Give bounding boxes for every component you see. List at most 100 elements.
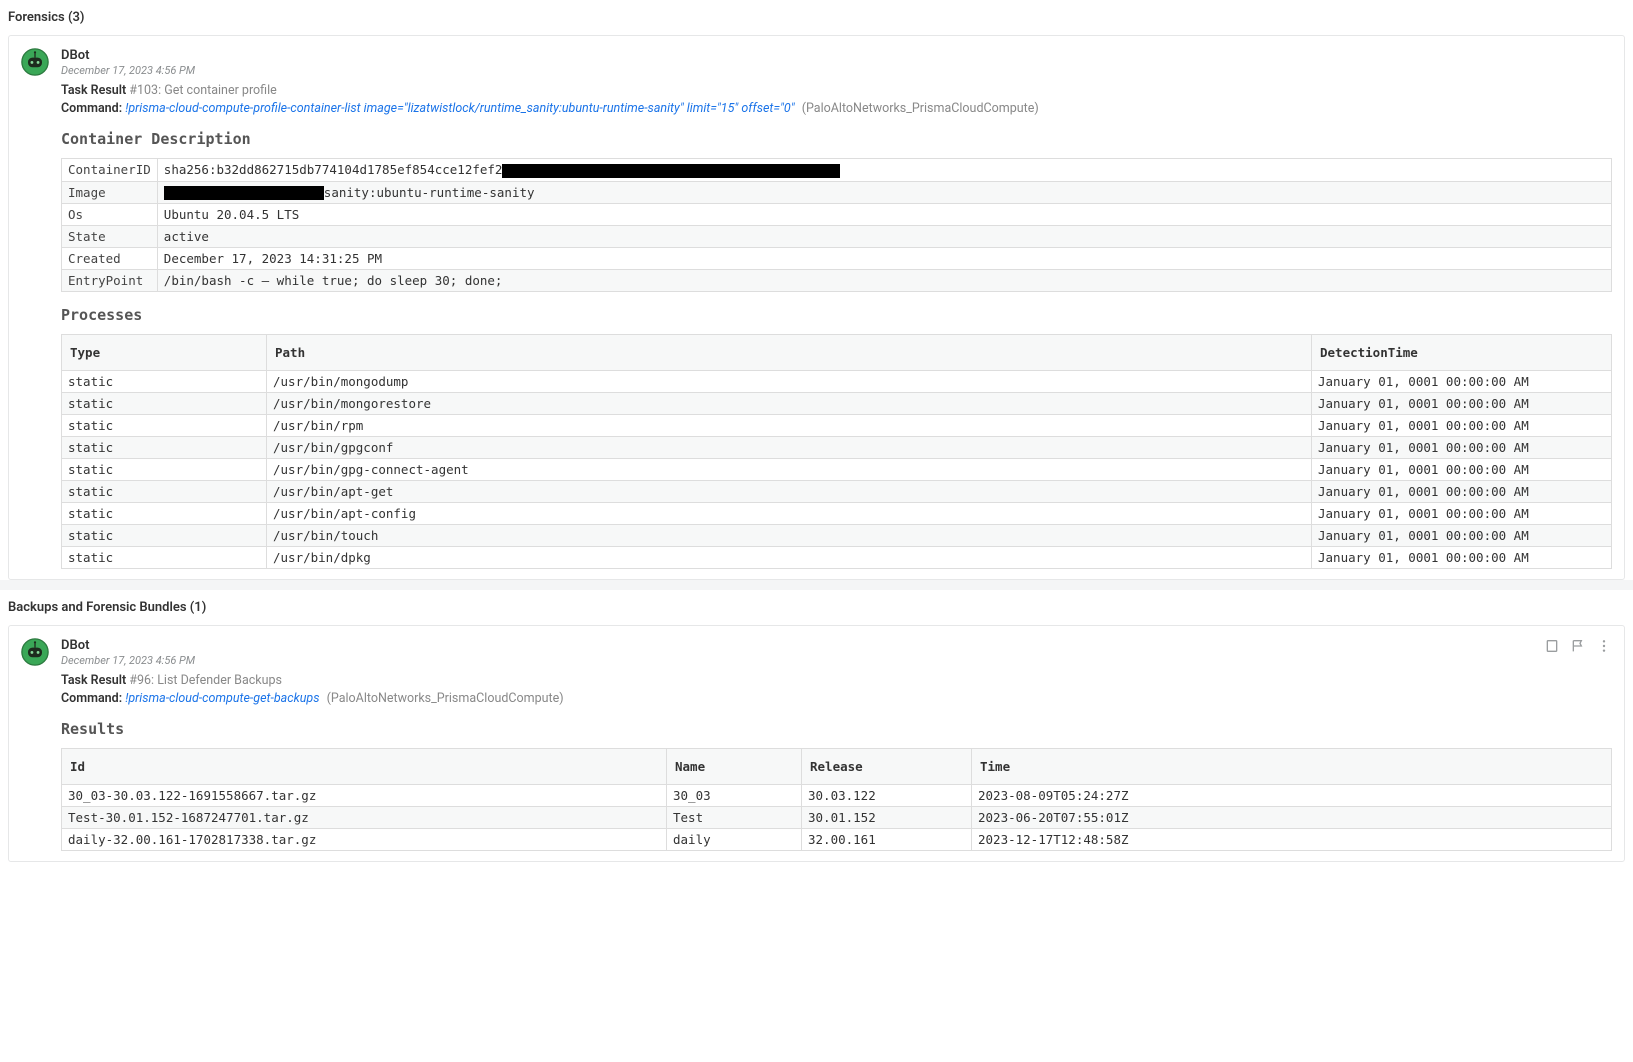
command-link[interactable]: !prisma-cloud-compute-profile-container-… — [125, 101, 794, 116]
table-cell: daily-32.00.161-1702817338.tar.gz — [62, 829, 667, 851]
table-cell: /usr/bin/mongorestore — [267, 393, 1312, 415]
table-cell: static — [62, 393, 267, 415]
table-header-cell: Type — [62, 335, 267, 371]
command-link[interactable]: !prisma-cloud-compute-get-backups — [125, 691, 319, 706]
table-row: static/usr/bin/rpmJanuary 01, 0001 00:00… — [62, 415, 1612, 437]
table-cell: /usr/bin/rpm — [267, 415, 1312, 437]
table-cell: /usr/bin/mongodump — [267, 371, 1312, 393]
table-cell: 30.03.122 — [802, 785, 972, 807]
kv-value: /bin/bash -c — while true; do sleep 30; … — [157, 270, 1611, 292]
table-row: static/usr/bin/mongorestoreJanuary 01, 0… — [62, 393, 1612, 415]
table-row: Imagesanity:ubuntu-runtime-sanity — [62, 181, 1612, 204]
table-row: static/usr/bin/gpg-connect-agentJanuary … — [62, 459, 1612, 481]
table-row: static/usr/bin/apt-configJanuary 01, 000… — [62, 503, 1612, 525]
entry-author: DBot — [61, 638, 1544, 653]
table-cell: /usr/bin/gpgconf — [267, 437, 1312, 459]
table-cell: January 01, 0001 00:00:00 AM — [1312, 459, 1612, 481]
table-cell: January 01, 0001 00:00:00 AM — [1312, 503, 1612, 525]
kv-value: active — [157, 226, 1611, 248]
table-cell: static — [62, 415, 267, 437]
more-icon[interactable] — [1596, 638, 1612, 654]
kv-value: sanity:ubuntu-runtime-sanity — [157, 181, 1611, 204]
table-row: Stateactive — [62, 226, 1612, 248]
flag-icon[interactable] — [1570, 638, 1586, 654]
table-cell: January 01, 0001 00:00:00 AM — [1312, 371, 1612, 393]
table-cell: January 01, 0001 00:00:00 AM — [1312, 481, 1612, 503]
table-cell: static — [62, 437, 267, 459]
table-header-cell: Id — [62, 749, 667, 785]
redacted-block — [502, 164, 840, 178]
table-row: static/usr/bin/touchJanuary 01, 0001 00:… — [62, 525, 1612, 547]
entry-author: DBot — [61, 48, 1612, 63]
table-cell: /usr/bin/dpkg — [267, 547, 1312, 569]
table-row: static/usr/bin/dpkgJanuary 01, 0001 00:0… — [62, 547, 1612, 569]
table-row: ContainerIDsha256:b32dd862715db774104d17… — [62, 159, 1612, 182]
table-cell: 30_03 — [667, 785, 802, 807]
table-cell: January 01, 0001 00:00:00 AM — [1312, 437, 1612, 459]
table-cell: /usr/bin/apt-get — [267, 481, 1312, 503]
entry-timestamp: December 17, 2023 4:56 PM — [61, 64, 1612, 77]
table-cell: Test — [667, 807, 802, 829]
table-cell: daily — [667, 829, 802, 851]
table-header-cell: Name — [667, 749, 802, 785]
kv-value: December 17, 2023 14:31:25 PM — [157, 248, 1611, 270]
integration-label: (PaloAltoNetworks_PrismaCloudCompute) — [802, 101, 1039, 116]
processes-heading: Processes — [61, 306, 1612, 324]
table-cell: static — [62, 547, 267, 569]
table-cell: January 01, 0001 00:00:00 AM — [1312, 415, 1612, 437]
section-divider — [0, 580, 1633, 590]
dbot-avatar-icon — [21, 638, 49, 666]
command-line: Command: !prisma-cloud-compute-get-backu… — [61, 691, 1612, 706]
table-row: daily-32.00.161-1702817338.tar.gzdaily32… — [62, 829, 1612, 851]
command-line: Command: !prisma-cloud-compute-profile-c… — [61, 101, 1612, 116]
kv-key: Os — [62, 204, 158, 226]
table-header-cell: Path — [267, 335, 1312, 371]
kv-key: EntryPoint — [62, 270, 158, 292]
table-cell: January 01, 0001 00:00:00 AM — [1312, 525, 1612, 547]
table-cell: Test-30.01.152-1687247701.tar.gz — [62, 807, 667, 829]
kv-value: sha256:b32dd862715db774104d1785ef854cce1… — [157, 159, 1611, 182]
table-row: Test-30.01.152-1687247701.tar.gzTest30.0… — [62, 807, 1612, 829]
table-header-cell: DetectionTime — [1312, 335, 1612, 371]
entry-card-1: DBot December 17, 2023 4:56 PM Task Resu… — [8, 35, 1625, 580]
section-forensics-title: Forensics (3) — [0, 0, 1633, 35]
table-cell: static — [62, 481, 267, 503]
kv-value: Ubuntu 20.04.5 LTS — [157, 204, 1611, 226]
table-cell: January 01, 0001 00:00:00 AM — [1312, 547, 1612, 569]
table-cell: static — [62, 459, 267, 481]
table-header-cell: Release — [802, 749, 972, 785]
table-cell: 2023-12-17T12:48:58Z — [972, 829, 1612, 851]
kv-key: Created — [62, 248, 158, 270]
task-result-line: Task Result #103: Get container profile — [61, 83, 1612, 98]
table-row: static/usr/bin/gpgconfJanuary 01, 0001 0… — [62, 437, 1612, 459]
results-table: IdNameReleaseTime 30_03-30.03.122-169155… — [61, 748, 1612, 851]
table-cell: 2023-08-09T05:24:27Z — [972, 785, 1612, 807]
table-cell: /usr/bin/touch — [267, 525, 1312, 547]
dbot-avatar-icon — [21, 48, 49, 76]
container-description-heading: Container Description — [61, 130, 1612, 148]
table-row: static/usr/bin/apt-getJanuary 01, 0001 0… — [62, 481, 1612, 503]
processes-table: TypePathDetectionTime static/usr/bin/mon… — [61, 334, 1612, 569]
table-cell: static — [62, 371, 267, 393]
table-cell: 30.01.152 — [802, 807, 972, 829]
table-cell: static — [62, 503, 267, 525]
table-cell: static — [62, 525, 267, 547]
table-cell: 32.00.161 — [802, 829, 972, 851]
redacted-block — [164, 186, 324, 200]
results-heading: Results — [61, 720, 1612, 738]
table-row: static/usr/bin/mongodumpJanuary 01, 0001… — [62, 371, 1612, 393]
table-cell: January 01, 0001 00:00:00 AM — [1312, 393, 1612, 415]
section-backups-title: Backups and Forensic Bundles (1) — [0, 590, 1633, 625]
kv-key: State — [62, 226, 158, 248]
entry-actions — [1544, 638, 1612, 654]
table-cell: /usr/bin/apt-config — [267, 503, 1312, 525]
kv-key: ContainerID — [62, 159, 158, 182]
kv-key: Image — [62, 181, 158, 204]
table-row: CreatedDecember 17, 2023 14:31:25 PM — [62, 248, 1612, 270]
table-cell: 2023-06-20T07:55:01Z — [972, 807, 1612, 829]
integration-label: (PaloAltoNetworks_PrismaCloudCompute) — [327, 691, 564, 706]
entry-card-2: DBot December 17, 2023 4:56 PM — [8, 625, 1625, 862]
table-row: EntryPoint/bin/bash -c — while true; do … — [62, 270, 1612, 292]
notes-icon[interactable] — [1544, 638, 1560, 654]
table-header-cell: Time — [972, 749, 1612, 785]
